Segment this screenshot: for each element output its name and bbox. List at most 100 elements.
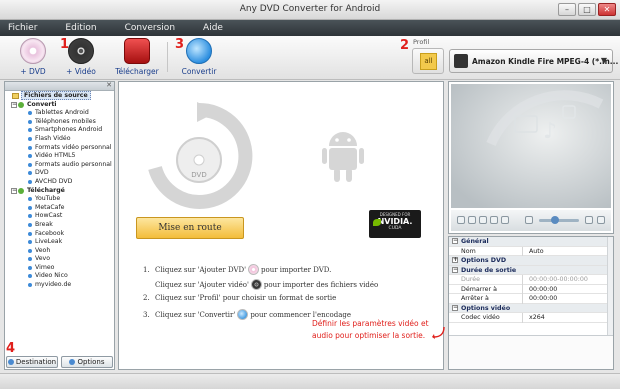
menu-aide[interactable]: Aide [189,20,237,36]
profile-select[interactable]: Amazon Kindle Fire MPEG-4 (*.m... ▼ [449,49,618,73]
maximize-button[interactable]: □ [578,3,596,16]
tree-item[interactable]: Formats vidéo personnal [7,144,114,153]
menu-conversion[interactable]: Conversion [111,20,189,36]
tree-item[interactable]: myvideo.de [7,281,114,290]
prop-group-label: Durée de sortie [461,266,517,274]
tree-item-label: myvideo.de [35,281,72,289]
tree-item-label: Tablettes Android [35,109,89,117]
tree-item[interactable]: Téléphones mobiles [7,118,114,127]
bullet-icon [28,283,32,288]
prop-group-general[interactable]: − Général [449,237,613,247]
tree-item[interactable]: LiveLeak [7,238,114,247]
prop-group-label: Options DVD [461,257,507,264]
volume-knob[interactable] [551,216,559,224]
prop-group-dvd[interactable]: + Options DVD [449,256,613,266]
prop-key: Démarrer à [461,284,523,294]
menu-fichier[interactable]: Fichier [0,20,51,36]
bullet-icon [28,274,32,279]
minimize-button[interactable]: – [558,3,576,16]
convert-button[interactable]: Convertir [174,38,224,76]
tree-item-label: LiveLeak [35,238,63,246]
prop-group-duration[interactable]: − Durée de sortie [449,265,613,275]
close-icon[interactable]: ✕ [106,81,112,89]
add-video-label: + Vidéo [66,67,96,76]
tree-item[interactable]: AVCHD DVD [7,178,114,187]
annotation-line: Définir les paramètres vidéo et [312,319,429,328]
tree-item[interactable]: Facebook [7,230,114,239]
tree-item[interactable]: Video Nico [7,272,114,281]
folder-icon [12,93,19,99]
bullet-icon [28,205,32,210]
profile-label: Profil [413,38,430,46]
bullet-icon [28,136,32,141]
preview-decor: ♪ [486,90,604,147]
gear-icon [69,359,76,365]
tree-item[interactable]: Formats audio personnal [7,161,114,170]
tree-item[interactable]: DVD [7,169,114,178]
volume-track[interactable] [539,219,579,222]
loop-icon[interactable] [501,216,509,224]
prop-key: Arrêter à [461,294,523,304]
tree-item[interactable]: Vevo [7,255,114,264]
fullscreen-icon[interactable] [597,216,605,224]
toolbar-separator [167,42,168,72]
dvd-disc-hole [193,154,205,166]
download-button[interactable]: Télécharger [112,38,162,76]
add-dvd-button[interactable]: + DVD [8,38,58,76]
tree-item[interactable]: Tablettes Android [7,109,114,118]
tree-group-converti[interactable]: − Converti [7,101,114,110]
prop-row-start[interactable]: Démarrer à 00:00:00 [449,284,613,294]
profile-all-icon: all [420,53,437,70]
snapshot-icon[interactable] [479,216,487,224]
nvidia-cuda-badge: DESIGNED FOR NVIDIA. CUDA [369,210,421,238]
destination-button[interactable]: Destination [6,356,58,368]
collapse-icon[interactable]: − [11,187,17,194]
source-panel-footer: Destination Options [4,356,115,370]
prop-row-stop[interactable]: Arrêter à 00:00:00 [449,294,613,304]
destination-label: Destination [15,358,57,366]
prop-row-name[interactable]: Nom Auto [449,246,613,256]
prop-value: Auto [529,247,544,255]
collapse-icon[interactable]: − [11,101,17,108]
folder-icon[interactable] [490,216,498,224]
tree-item[interactable]: Vidéo HTML5 [7,152,114,161]
prop-row-codec[interactable]: Codec vidéo x264 [449,313,613,323]
tree-item[interactable]: Vimeo [7,264,114,273]
tree-item[interactable]: Veoh [7,247,114,256]
bullet-icon [28,111,32,116]
step-4-marker: 4 [6,341,16,356]
tree-item[interactable]: Break [7,221,114,230]
tree-item-label: Téléphones mobiles [35,117,96,125]
tree-item[interactable]: MetaCafe [7,204,114,213]
prop-key: Nom [461,246,523,256]
tree-item[interactable]: Flash Vidéo [7,135,114,144]
collapse-icon[interactable]: − [452,238,458,244]
nvidia-badge-top: DESIGNED FOR [379,212,411,217]
instruction-number: 1. [143,266,150,274]
window-controls: – □ ✕ [558,3,616,16]
collapse-icon[interactable]: − [452,304,458,311]
start-button[interactable]: Mise en route [136,217,244,239]
options-button[interactable]: Options [61,356,113,368]
menu-edition[interactable]: Edition [51,20,110,36]
volume-icon[interactable] [525,216,533,224]
tree-item[interactable]: HowCast [7,212,114,221]
add-video-button[interactable]: + Vidéo [56,38,106,76]
source-panel-header: ✕ [5,81,114,91]
collapse-icon[interactable]: − [452,266,458,273]
expand-icon[interactable]: + [452,257,458,263]
convert-label: Convertir [181,67,217,76]
tree-item[interactable]: YouTube [7,195,114,204]
play-icon[interactable] [457,216,465,224]
tree-item[interactable]: Smartphones Android [7,126,114,135]
prop-group-video[interactable]: − Options vidéo [449,303,613,313]
stop-icon[interactable] [468,216,476,224]
tree-root[interactable]: Fichiers de source [7,91,114,101]
instruction-text: Cliquez sur 'Profil' pour choisir un for… [155,294,337,302]
tree-item-label: Facebook [35,229,65,237]
settings-icon[interactable] [585,216,593,224]
profile-button[interactable]: all [412,48,444,74]
tree-group-telecharge[interactable]: − Téléchargé [7,187,114,196]
close-button[interactable]: ✕ [598,3,616,16]
bullet-icon [28,222,32,227]
